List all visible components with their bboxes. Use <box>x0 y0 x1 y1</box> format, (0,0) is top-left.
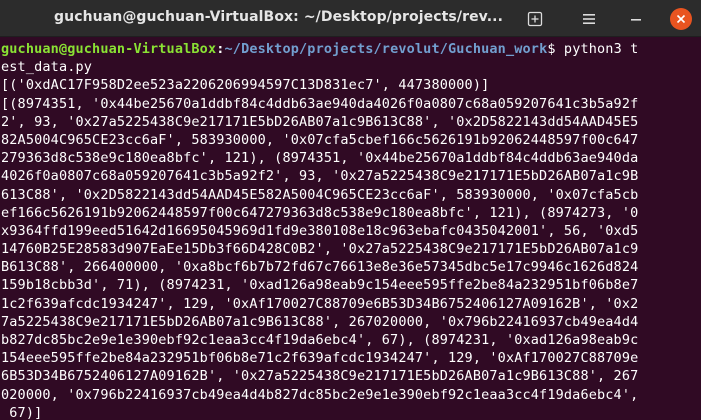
prompt-separator: : <box>216 41 225 57</box>
output-line: 279363d8c538e9c180ea8bfc', 121), (897435… <box>1 150 639 167</box>
output-line: 1c2f639afcdc1934247', 129, '0xAf170027C8… <box>1 295 639 312</box>
output-line: 2', 93, '0x27a5225438C9e217171E5bD26AB07… <box>1 113 639 130</box>
hamburger-menu-icon <box>581 11 597 27</box>
new-tab-button[interactable] <box>521 5 549 33</box>
prompt-symbol: $ <box>547 41 564 57</box>
output-line: 7a5225438C9e217171E5bD26AB07a1c9B613C88'… <box>1 313 639 330</box>
output-line: 159b18cbb3d', 71), (8974231, '0xad126a98… <box>1 277 639 294</box>
terminal-output[interactable]: guchuan@guchuan-VirtualBox:~/Desktop/pro… <box>0 40 701 420</box>
output-line: b827dc85bc2e9e1e390ebf92c1eaa3cc4f19da6e… <box>1 332 639 348</box>
output-line: [('0xdAC17F958D2ee523a2206206994597C13D8… <box>1 77 490 94</box>
close-icon <box>676 14 686 24</box>
prompt-user: guchuan@guchuan-VirtualBox <box>1 41 217 57</box>
terminal-window: guchuan@guchuan-VirtualBox: ~/Desktop/pr… <box>0 0 701 420</box>
output-line: 4026f0a0807c68a059207641c3b5a92f2', 93, … <box>1 168 639 185</box>
output-line: est_data.py <box>1 59 93 76</box>
minimize-icon <box>629 12 643 26</box>
output-line: ef166c5626191b92062448597f00c647279363d8… <box>1 204 639 221</box>
new-tab-icon <box>527 11 543 27</box>
output-line: 67)] <box>1 404 43 420</box>
prompt-line: guchuan@guchuan-VirtualBox:~/Desktop/pro… <box>1 40 701 58</box>
close-button[interactable] <box>670 8 692 30</box>
window-title: guchuan@guchuan-VirtualBox: ~/Desktop/pr… <box>54 9 504 25</box>
title-bar[interactable]: guchuan@guchuan-VirtualBox: ~/Desktop/pr… <box>0 0 701 37</box>
output-line: [(8974351, '0x44be25670a1ddbf84c4ddb63ae… <box>1 95 639 112</box>
output-line: 020000, '0x796b22416937cb49ea4d4b827dc85… <box>1 386 639 403</box>
output-line: B613C88', 266400000, '0xa8bcf6b7b72fd67c… <box>1 259 639 276</box>
command-text: python3 t <box>563 41 639 57</box>
output-line: 14760B25E28583d907EaEe15Db3f66D428C0B2',… <box>1 241 639 258</box>
output-line: 82A5004C965CE23cc6aF', 583930000, '0x07c… <box>1 131 639 148</box>
prompt-path: ~/Desktop/projects/revolut/Guchuan_work <box>224 41 548 57</box>
output-line: 6B53D34B6752406127A09162B', '0x27a522543… <box>1 368 639 385</box>
output-line: 613C88', '0x2D5822143dd54AAD45E582A5004C… <box>1 186 639 203</box>
output-line: 154eee595ffe2be84a232951bf06b8e71c2f639a… <box>1 350 639 367</box>
minimize-button[interactable] <box>622 5 650 33</box>
output-line: x9364ffd199eed51642d16695045969d1fd9e380… <box>1 222 639 239</box>
menu-button[interactable] <box>575 5 603 33</box>
